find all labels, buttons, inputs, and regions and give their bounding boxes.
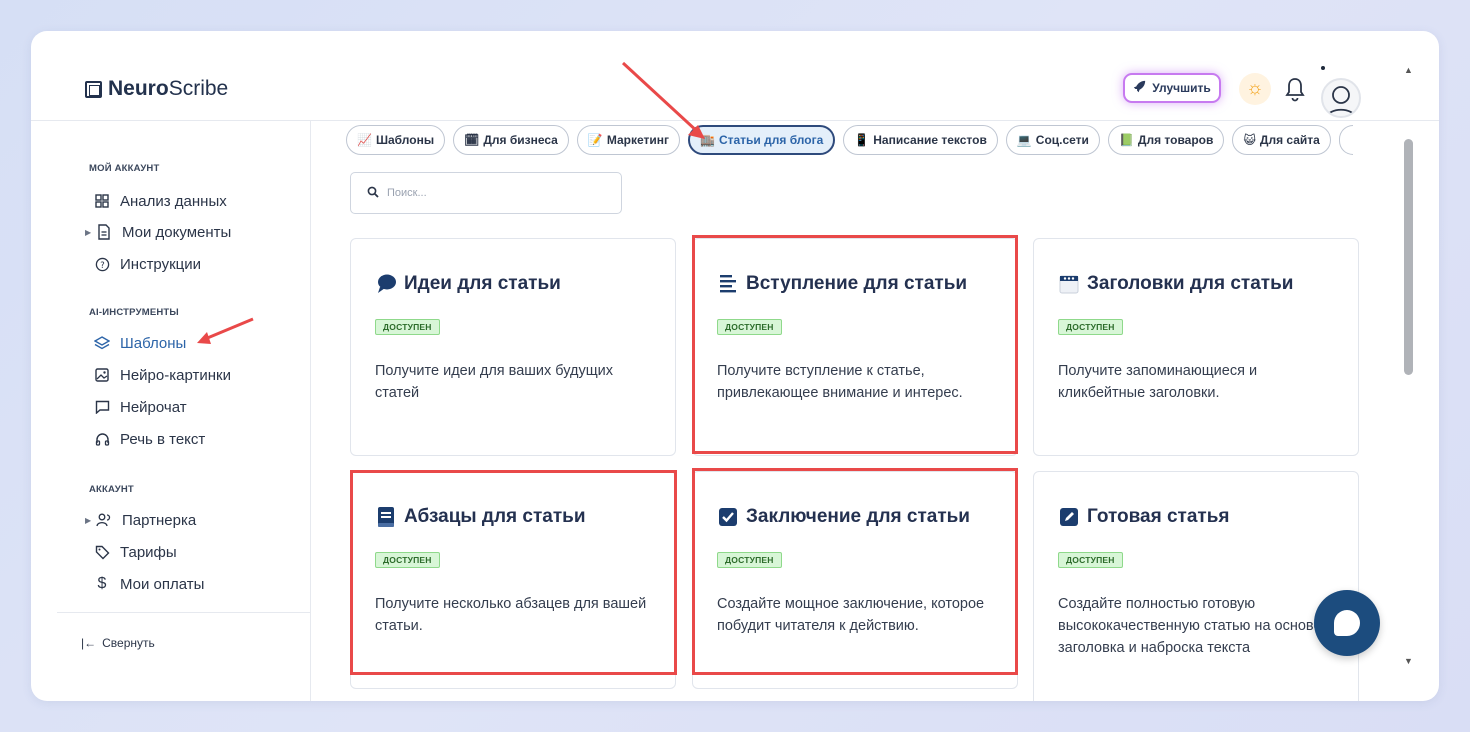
memo-icon: 📝 xyxy=(587,133,603,147)
tab-templates[interactable]: 📈 Шаблоны xyxy=(346,125,446,155)
card-title: Вступление для статьи xyxy=(746,273,968,294)
template-card-ready-article[interactable]: Готовая статья ДОСТУПЕН Создайте полност… xyxy=(1033,471,1359,701)
template-card-article-conclusion[interactable]: Заключение для статьи ДОСТУПЕН Создайте … xyxy=(692,471,1018,689)
sidebar-item-partner[interactable]: ▶ Партнерка xyxy=(85,508,196,532)
tab-overflow[interactable] xyxy=(1338,125,1353,155)
card-description: Получите несколько абзацев для вашей ста… xyxy=(375,596,647,634)
tab-copywriting[interactable]: 📱 Написание текстов xyxy=(843,125,998,155)
scroll-down-arrow-icon[interactable]: ▼ xyxy=(1404,656,1413,666)
tag-icon xyxy=(93,543,111,561)
phone-icon: 📱 xyxy=(854,133,870,147)
tab-website[interactable]: 😺 Для сайта xyxy=(1232,125,1331,155)
search-input[interactable] xyxy=(387,187,587,199)
checkbox-icon xyxy=(717,506,739,528)
app-logo[interactable]: NeuroScribe xyxy=(85,77,228,101)
top-header: NeuroScribe Улучшить ☼ xyxy=(31,31,1439,121)
sidebar-item-templates[interactable]: Шаблоны xyxy=(83,331,186,355)
template-card-article-paragraphs[interactable]: Абзацы для статьи ДОСТУПЕН Получите неск… xyxy=(350,471,676,689)
scrollbar-thumb[interactable] xyxy=(1404,139,1413,375)
support-chat-button[interactable] xyxy=(1314,590,1380,656)
tab-marketing[interactable]: 📝 Маркетинг xyxy=(576,125,680,155)
scroll-up-arrow-icon[interactable]: ▲ xyxy=(1404,65,1413,75)
window-dots-icon xyxy=(1058,273,1080,295)
template-card-article-headlines[interactable]: Заголовки для статьи ДОСТУПЕН Получите з… xyxy=(1033,238,1359,456)
chat-bubble-icon xyxy=(93,398,111,416)
users-icon xyxy=(95,511,113,529)
app-window: NeuroScribe Улучшить ☼ МОЙ АККАУНТ Анали… xyxy=(31,31,1439,701)
user-avatar[interactable] xyxy=(1321,78,1361,118)
tab-blog-articles[interactable]: 🏬 Статьи для блога xyxy=(687,125,836,155)
sidebar-item-speech-to-text[interactable]: Речь в текст xyxy=(83,427,205,451)
card-description: Получите идеи для ваших будущих статей xyxy=(375,363,614,401)
template-card-article-intro[interactable]: Вступление для статьи ДОСТУПЕН Получите … xyxy=(692,238,1018,456)
sidebar-item-instructions[interactable]: ? Инструкции xyxy=(83,252,201,276)
search-box[interactable] xyxy=(350,172,622,214)
status-badge: ДОСТУПЕН xyxy=(375,319,440,335)
headphones-icon xyxy=(93,430,111,448)
sidebar-item-neurochat[interactable]: Нейрочат xyxy=(83,395,187,419)
notification-bell-icon[interactable] xyxy=(1283,75,1307,103)
dollar-icon: $ xyxy=(97,575,107,592)
shop-icon: 🏬 xyxy=(699,133,715,147)
layers-icon xyxy=(93,334,111,352)
status-badge: ДОСТУПЕН xyxy=(375,552,440,568)
status-badge: ДОСТУПЕН xyxy=(717,552,782,568)
card-description: Создайте мощное заключение, которое побу… xyxy=(717,596,985,634)
status-badge: ДОСТУПЕН xyxy=(1058,552,1123,568)
collapse-arrow-icon: |← xyxy=(81,636,97,650)
card-title: Заключение для статьи xyxy=(746,506,970,527)
chat-bubble-icon xyxy=(1334,610,1360,636)
tab-products[interactable]: 📗 Для товаров xyxy=(1107,125,1225,155)
status-badge: ДОСТУПЕН xyxy=(1058,319,1123,335)
status-badge: ДОСТУПЕН xyxy=(717,319,782,335)
chart-icon: 📈 xyxy=(357,133,372,147)
image-icon xyxy=(93,366,111,384)
book-icon: 📗 xyxy=(1118,133,1134,147)
sidebar-item-payments[interactable]: $ Мои оплаты xyxy=(83,572,205,596)
card-description: Создайте полностью готовую высококачеств… xyxy=(1058,596,1322,656)
svg-text:?: ? xyxy=(100,259,104,269)
upgrade-button[interactable]: Улучшить xyxy=(1123,73,1221,103)
grid-icon xyxy=(93,192,111,210)
search-icon xyxy=(367,186,379,201)
theme-toggle-sun-icon[interactable]: ☼ xyxy=(1239,73,1271,105)
card-description: Получите запоминающиеся и кликбейтные за… xyxy=(1058,363,1258,401)
sidebar-section-my-account: МОЙ АККАУНТ xyxy=(89,163,160,174)
rocket-icon xyxy=(1133,80,1146,96)
card-title: Идеи для статьи xyxy=(404,273,561,294)
template-card-article-ideas[interactable]: Идеи для статьи ДОСТУПЕН Получите идеи д… xyxy=(350,238,676,456)
card-title: Готовая статья xyxy=(1087,506,1230,527)
document-icon xyxy=(95,223,113,241)
sidebar-item-neuro-images[interactable]: Нейро-картинки xyxy=(83,363,231,387)
card-title: Заголовки для статьи xyxy=(1087,273,1294,294)
caret-right-icon: ▶ xyxy=(85,515,92,525)
logo-icon xyxy=(85,80,102,98)
speech-bubble-icon xyxy=(375,273,397,295)
category-tabs: 📈 Шаблоны 🗓 Для бизнеса 📝 Маркетинг 🏬 Статьи… xyxy=(346,125,1353,157)
card-title: Абзацы для статьи xyxy=(404,506,586,527)
cat-icon: 😺 xyxy=(1243,133,1256,147)
sidebar-item-analytics[interactable]: Анализ данных xyxy=(83,189,227,213)
notebook-icon xyxy=(375,506,397,528)
help-circle-icon: ? xyxy=(93,255,111,273)
sidebar-divider xyxy=(57,612,311,613)
calendar-icon: 🗓 xyxy=(464,133,480,147)
collapse-sidebar-button[interactable]: |← Свернуть xyxy=(81,636,155,650)
sidebar-section-ai-tools: AI-ИНСТРУМЕНТЫ xyxy=(89,307,179,318)
sidebar-item-documents[interactable]: ▶ Мои документы xyxy=(85,220,231,244)
text-lines-icon xyxy=(717,273,739,295)
laptop-icon: 💻 xyxy=(1016,133,1032,147)
tab-business[interactable]: 🗓 Для бизнеса xyxy=(453,125,569,155)
sidebar-item-tariffs[interactable]: Тарифы xyxy=(83,540,177,564)
tab-social[interactable]: 💻 Соц.сети xyxy=(1005,125,1100,155)
caret-right-icon: ▶ xyxy=(85,227,92,237)
sidebar-section-account: АККАУНТ xyxy=(89,484,134,495)
sidebar: МОЙ АККАУНТ Анализ данных ▶ Мои документ… xyxy=(57,121,311,701)
pencil-square-icon xyxy=(1058,506,1080,528)
notification-dot xyxy=(1321,66,1325,70)
card-description: Получите вступление к статье, привлекающ… xyxy=(717,363,963,401)
